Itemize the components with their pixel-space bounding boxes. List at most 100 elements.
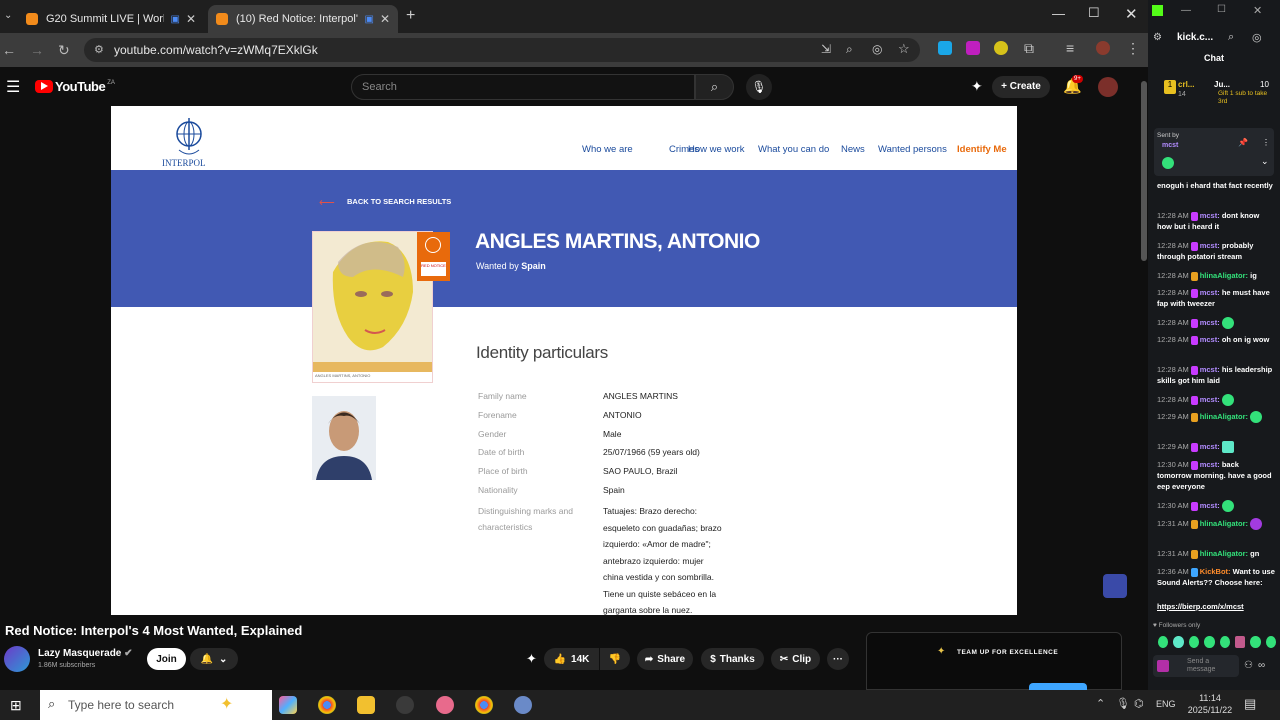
chrome-icon[interactable] <box>318 696 336 714</box>
kick-logo-icon <box>1152 5 1163 16</box>
chrome-profile-icon[interactable] <box>475 696 493 714</box>
extension-icon[interactable] <box>994 41 1008 55</box>
nav-how-we-work[interactable]: How we work <box>688 144 745 155</box>
search-icon[interactable]: ⌕ <box>1228 31 1234 44</box>
clock[interactable]: 11:14 2025/11/22 <box>1185 692 1235 716</box>
emote-icon[interactable] <box>1158 636 1169 648</box>
channel-name[interactable]: Lazy Masquerade <box>38 648 121 659</box>
bookmark-star-icon[interactable]: ☆ <box>898 41 910 57</box>
language-indicator[interactable]: ENG <box>1156 699 1176 709</box>
clip-button[interactable]: ✂ Clip <box>771 648 820 670</box>
reading-list-icon[interactable]: ≡ <box>1066 40 1074 56</box>
taskbar-search-box[interactable]: ⌕ Type here to search ✦ <box>40 690 272 720</box>
emoji-reaction-icon[interactable]: ✦ <box>526 651 537 667</box>
menu-dots-icon[interactable]: ⋮ <box>1126 40 1140 57</box>
close-window-icon[interactable]: ✕ <box>1125 5 1138 23</box>
back-icon[interactable]: ← <box>2 42 16 58</box>
extension-icon[interactable] <box>938 41 952 55</box>
gift-icon[interactable]: ⚇ <box>1244 660 1253 671</box>
nav-wanted-persons[interactable]: Wanted persons <box>878 144 947 155</box>
youtube-logo[interactable]: YouTube ZA <box>35 79 115 94</box>
reload-icon[interactable]: ↻ <box>58 42 70 59</box>
nav-news[interactable]: News <box>841 144 865 155</box>
tab-search-icon[interactable]: ⌄ <box>4 10 12 21</box>
wanted-photo-card: ANGLES MARTINS, ANTONIO <box>312 231 433 383</box>
emote-icon[interactable] <box>1188 636 1200 648</box>
install-icon[interactable]: ⇲ <box>821 42 831 56</box>
windows-start-icon[interactable]: ⊞ <box>10 697 22 714</box>
more-dots-icon[interactable]: ⋮ <box>1262 138 1270 147</box>
network-icon[interactable]: ⌬ <box>1134 697 1144 710</box>
tab-red-notice[interactable]: (10) Red Notice: Interpol's 4 ▣ ✕ <box>208 5 398 33</box>
close-tab-icon[interactable]: ✕ <box>380 12 390 26</box>
obs-icon[interactable] <box>396 696 414 714</box>
new-tab-icon[interactable]: + <box>406 7 415 25</box>
emote-icon[interactable] <box>1219 636 1230 648</box>
gamepad-icon[interactable]: ✦ <box>971 78 983 95</box>
emote-bar[interactable] <box>1158 636 1276 648</box>
more-actions-button[interactable]: ··· <box>827 648 849 670</box>
forward-icon[interactable]: → <box>30 42 44 58</box>
thanks-button[interactable]: $ Thanks <box>701 648 764 670</box>
tray-chevron-icon[interactable]: ⌃ <box>1096 697 1105 710</box>
pin-icon[interactable]: 📌 <box>1238 138 1248 147</box>
puzzle-extensions-icon[interactable]: ⧉ <box>1024 40 1034 57</box>
minimize-icon[interactable]: — <box>1052 6 1065 21</box>
channel-name-row[interactable]: Lazy Masquerade ✔ <box>38 648 133 659</box>
nav-identify-me[interactable]: Identify Me <box>957 144 1007 155</box>
channel-avatar[interactable] <box>4 646 30 672</box>
ad-banner[interactable]: ✦ TEAM UP FOR EXCELLENCE <box>866 632 1122 691</box>
chevron-down-icon[interactable]: ⌄ <box>1261 156 1269 167</box>
bot-link[interactable]: https://bierp.com/x/mcst <box>1157 601 1275 612</box>
scrollbar-thumb[interactable] <box>1141 81 1147 261</box>
search-button[interactable]: ⌕ <box>695 74 734 100</box>
search-input[interactable]: Search <box>351 74 695 100</box>
copilot-icon[interactable] <box>279 696 297 714</box>
app-icon[interactable] <box>514 696 532 714</box>
tab-label: (10) Red Notice: Interpol's 4 <box>236 13 358 25</box>
hamburger-menu-icon[interactable]: ☰ <box>6 77 20 97</box>
chat-message: 12:28 AM mcst: <box>1157 394 1275 407</box>
site-settings-icon[interactable]: ⚙ <box>1153 32 1162 43</box>
eye-slash-icon[interactable]: ◎ <box>872 42 882 56</box>
video-player[interactable]: INTERPOL Who we are Crimes How we work W… <box>111 106 1017 615</box>
maximize-icon[interactable]: ☐ <box>1088 5 1100 21</box>
emote-icon[interactable] <box>1250 636 1261 648</box>
emote-icon[interactable] <box>1204 636 1215 648</box>
zoom-icon[interactable]: ⌕ <box>846 42 853 57</box>
voice-search-button[interactable]: 🎙 <box>746 74 772 100</box>
page-scrollbar[interactable] <box>1140 67 1148 690</box>
back-to-results-link[interactable]: BACK TO SEARCH RESULTS <box>347 197 451 206</box>
emote-icon[interactable] <box>1234 636 1246 648</box>
maximize-icon[interactable]: ☐ <box>1217 4 1226 15</box>
close-tab-icon[interactable]: ✕ <box>186 12 196 26</box>
youtube-header: ☰ YouTube ZA Search ⌕ 🎙 ✦ + Create 🔔 9+ <box>0 67 1140 107</box>
notification-center-icon[interactable]: ▤ <box>1244 696 1256 712</box>
join-button[interactable]: Join <box>147 648 186 670</box>
marks-line: esqueleto con guadañas; brazo <box>603 522 722 533</box>
close-window-icon[interactable]: ✕ <box>1253 4 1262 17</box>
dislike-button[interactable]: 👎 <box>600 648 630 670</box>
minimize-icon[interactable]: — <box>1181 5 1191 16</box>
like-button[interactable]: 👍 14K <box>544 648 599 670</box>
emote-icon[interactable] <box>1173 636 1184 648</box>
emote-picker-icon[interactable]: ∞ <box>1258 660 1265 671</box>
nav-what-you-can-do[interactable]: What you can do <box>758 144 829 155</box>
app-icon[interactable] <box>436 696 454 714</box>
address-bar[interactable]: ⚙ youtube.com/watch?v=zWMq7EXklGk ⇲ ⌕ ◎ … <box>84 38 920 62</box>
create-button[interactable]: + Create <box>992 76 1050 98</box>
nav-who-we-are[interactable]: Who we are <box>582 144 633 155</box>
profile-avatar[interactable] <box>1096 41 1110 55</box>
eye-slash-icon[interactable]: ◎ <box>1252 31 1262 44</box>
tab-g20[interactable]: G20 Summit LIVE | World Le ▣ ✕ <box>18 5 204 33</box>
site-info-icon[interactable]: ⚙ <box>94 43 104 56</box>
user-avatar[interactable] <box>1098 77 1118 97</box>
extension-icon[interactable] <box>966 41 980 55</box>
microphone-icon[interactable]: 🎙 <box>1116 697 1130 710</box>
subscribed-bell-button[interactable]: 🔔 ⌄ <box>190 648 238 670</box>
message-input[interactable]: Send a message <box>1153 655 1239 677</box>
emote-icon[interactable] <box>1265 636 1276 648</box>
browser-toolbar: ← → ↻ ⚙ youtube.com/watch?v=zWMq7EXklGk … <box>0 33 1148 67</box>
share-button[interactable]: ➦ Share <box>637 648 693 670</box>
file-explorer-icon[interactable] <box>357 696 375 714</box>
